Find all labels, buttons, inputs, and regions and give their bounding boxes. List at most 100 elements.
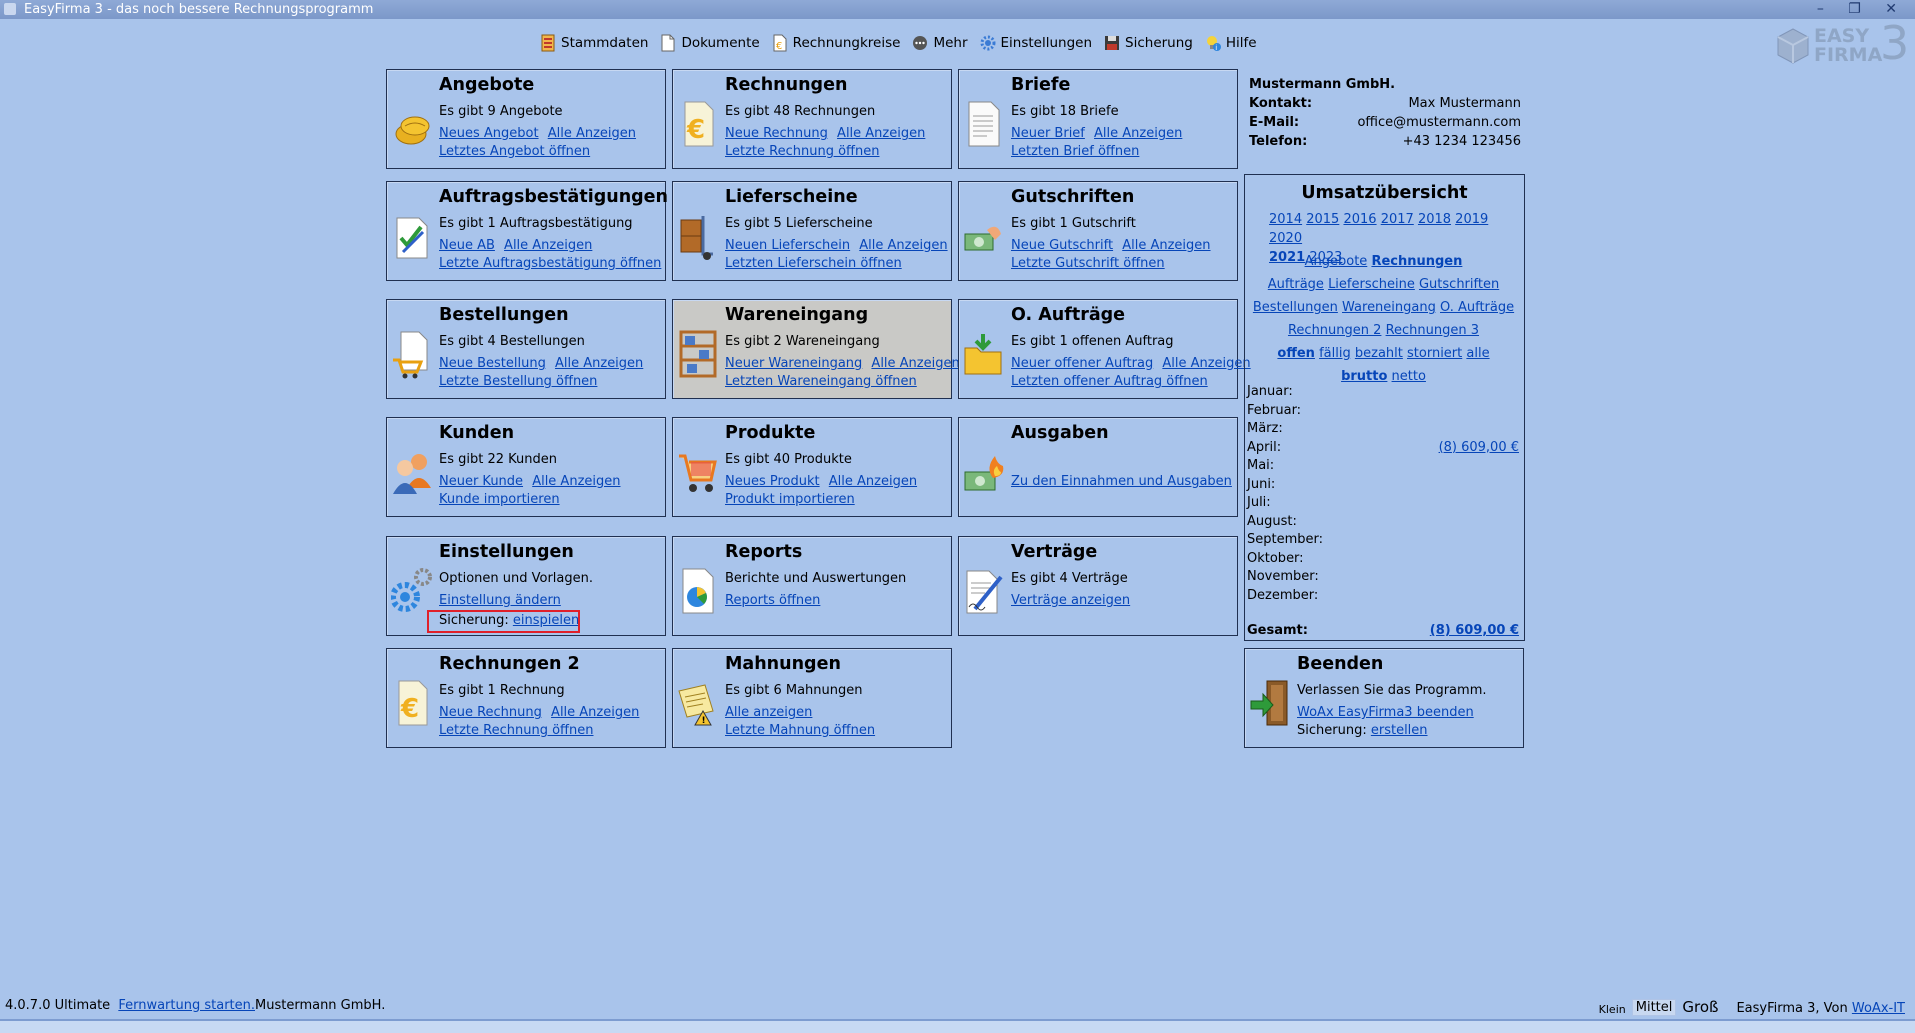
last-ab-link[interactable]: Letzte Auftragsbestätigung öffnen: [439, 256, 661, 271]
last-rechnung2-link[interactable]: Letzte Rechnung öffnen: [439, 723, 593, 738]
tile-rechnungen: € Rechnungen Es gibt 48 Rechnungen Neue …: [672, 69, 952, 169]
all-oauftraege-link[interactable]: Alle Anzeigen: [1162, 356, 1250, 371]
year-link[interactable]: 2015: [1306, 212, 1339, 227]
toolbar-stammdaten[interactable]: Stammdaten: [540, 34, 648, 52]
status-link[interactable]: alle: [1466, 346, 1489, 361]
tile-title: Briefe: [1011, 75, 1071, 95]
type-link[interactable]: Bestellungen: [1253, 300, 1338, 315]
new-rechnung2-link[interactable]: Neue Rechnung: [439, 705, 542, 720]
new-produkt-link[interactable]: Neues Produkt: [725, 474, 820, 489]
type-link[interactable]: Rechnungen 2: [1288, 323, 1381, 338]
document-type-selector: Angebote Rechnungen Aufträge Lieferschei…: [1245, 250, 1522, 388]
year-link[interactable]: 2016: [1343, 212, 1376, 227]
all-rechnungen-link[interactable]: Alle Anzeigen: [837, 126, 925, 141]
type-link[interactable]: O. Aufträge: [1440, 300, 1514, 315]
last-wareneingang-link[interactable]: Letzten Wareneingang öffnen: [725, 374, 917, 389]
toolbar-mehr[interactable]: Mehr: [912, 34, 968, 52]
window-title: EasyFirma 3 - das noch bessere Rechnungs…: [24, 2, 374, 17]
all-produkte-link[interactable]: Alle Anzeigen: [829, 474, 917, 489]
last-mahnung-link[interactable]: Letzte Mahnung öffnen: [725, 723, 875, 738]
month-value[interactable]: (8) 609,00 €: [1439, 440, 1519, 455]
type-link-selected[interactable]: Rechnungen: [1371, 254, 1462, 269]
toolbar-sicherung[interactable]: Sicherung: [1104, 34, 1193, 52]
year-link[interactable]: 2020: [1269, 231, 1302, 246]
import-kunde-link[interactable]: Kunde importieren: [439, 492, 560, 507]
last-brief-link[interactable]: Letzten Brief öffnen: [1011, 144, 1139, 159]
new-rechnung-link[interactable]: Neue Rechnung: [725, 126, 828, 141]
year-link[interactable]: 2017: [1381, 212, 1414, 227]
size-large-button[interactable]: Groß: [1682, 998, 1718, 1016]
new-gutschrift-link[interactable]: Neue Gutschrift: [1011, 238, 1113, 253]
main-toolbar: Stammdaten Dokumente € Rechnungkreise Me…: [540, 31, 1269, 55]
toolbar-rechnungkreise-label: Rechnungkreise: [792, 35, 901, 51]
status-link[interactable]: bezahlt: [1355, 346, 1403, 361]
vertraege-anzeigen-link[interactable]: Verträge anzeigen: [1011, 593, 1130, 608]
month-label: September:: [1247, 532, 1324, 547]
month-label: Februar:: [1247, 402, 1302, 418]
sicherung-erstellen-link[interactable]: erstellen: [1371, 723, 1428, 738]
woax-link[interactable]: WoAx-IT: [1852, 1001, 1905, 1016]
all-kunden-link[interactable]: Alle Anzeigen: [532, 474, 620, 489]
tile-title: Rechnungen 2: [439, 654, 580, 674]
new-brief-link[interactable]: Neuer Brief: [1011, 126, 1085, 141]
reports-oeffnen-link[interactable]: Reports öffnen: [725, 593, 820, 608]
all-lieferscheine-link[interactable]: Alle Anzeigen: [859, 238, 947, 253]
year-link[interactable]: 2019: [1455, 212, 1488, 227]
last-bestellung-link[interactable]: Letzte Bestellung öffnen: [439, 374, 597, 389]
type-link[interactable]: Gutschriften: [1419, 277, 1499, 292]
new-bestellung-link[interactable]: Neue Bestellung: [439, 356, 546, 371]
size-medium-button[interactable]: Mittel: [1631, 999, 1677, 1016]
new-ab-link[interactable]: Neue AB: [439, 238, 495, 253]
type-link[interactable]: Rechnungen 3: [1386, 323, 1479, 338]
last-oauftrag-link[interactable]: Letzten offener Auftrag öffnen: [1011, 374, 1208, 389]
toolbar-dokumente[interactable]: Dokumente: [660, 34, 760, 52]
toolbar-hilfe[interactable]: i Hilfe: [1205, 34, 1257, 52]
year-link[interactable]: 2014: [1269, 212, 1302, 227]
tile-angebote: Angebote Es gibt 9 Angebote Neues Angebo…: [386, 69, 666, 169]
all-bestellungen-link[interactable]: Alle Anzeigen: [555, 356, 643, 371]
einnahmen-ausgaben-link[interactable]: Zu den Einnahmen und Ausgaben: [1011, 474, 1232, 489]
new-kunde-link[interactable]: Neuer Kunde: [439, 474, 523, 489]
all-gutschriften-link[interactable]: Alle Anzeigen: [1122, 238, 1210, 253]
type-link[interactable]: Aufträge: [1268, 277, 1324, 292]
all-angebote-link[interactable]: Alle Anzeigen: [548, 126, 636, 141]
last-angebot-link[interactable]: Letztes Angebot öffnen: [439, 144, 590, 159]
total-value[interactable]: (8) 609,00 €: [1430, 623, 1519, 638]
new-angebot-link[interactable]: Neues Angebot: [439, 126, 539, 141]
new-lieferschein-link[interactable]: Neuen Lieferschein: [725, 238, 850, 253]
type-link[interactable]: Wareneingang: [1342, 300, 1436, 315]
all-ab-link[interactable]: Alle Anzeigen: [504, 238, 592, 253]
logo-number: 3: [1880, 16, 1910, 70]
logo-line2: FIRMA: [1814, 44, 1883, 66]
document-icon: [660, 34, 676, 52]
beenden-link[interactable]: WoAx EasyFirma3 beenden: [1297, 705, 1474, 720]
tile-title: Mahnungen: [725, 654, 841, 674]
users-icon: [391, 448, 433, 498]
status-link[interactable]: fällig: [1319, 346, 1351, 361]
all-mahnungen-link[interactable]: Alle anzeigen: [725, 705, 812, 720]
status-link[interactable]: storniert: [1407, 346, 1462, 361]
last-lieferschein-link[interactable]: Letzten Lieferschein öffnen: [725, 256, 902, 271]
last-rechnung-link[interactable]: Letzte Rechnung öffnen: [725, 144, 879, 159]
tile-gutschriften: Gutschriften Es gibt 1 Gutschrift Neue G…: [958, 181, 1238, 281]
all-briefe-link[interactable]: Alle Anzeigen: [1094, 126, 1182, 141]
tax-link-selected[interactable]: brutto: [1341, 369, 1387, 384]
all-wareneingang-link[interactable]: Alle Anzeigen: [871, 356, 959, 371]
type-link[interactable]: Lieferscheine: [1328, 277, 1415, 292]
einstellung-aendern-link[interactable]: Einstellung ändern: [439, 593, 561, 608]
toolbar-einstellungen[interactable]: Einstellungen: [980, 34, 1092, 52]
toolbar-rechnungkreise[interactable]: € Rechnungkreise: [772, 34, 901, 52]
kontakt-label: Kontakt:: [1249, 96, 1313, 111]
year-link[interactable]: 2018: [1418, 212, 1451, 227]
import-produkt-link[interactable]: Produkt importieren: [725, 492, 855, 507]
type-link[interactable]: Angebote: [1305, 254, 1368, 269]
status-link-selected[interactable]: offen: [1277, 346, 1315, 361]
fernwartung-link[interactable]: Fernwartung starten.: [118, 998, 255, 1013]
all-rechnungen2-link[interactable]: Alle Anzeigen: [551, 705, 639, 720]
new-oauftrag-link[interactable]: Neuer offener Auftrag: [1011, 356, 1153, 371]
new-wareneingang-link[interactable]: Neuer Wareneingang: [725, 356, 862, 371]
size-small-button[interactable]: Klein: [1599, 1003, 1626, 1016]
tax-link[interactable]: netto: [1392, 369, 1426, 384]
last-gutschrift-link[interactable]: Letzte Gutschrift öffnen: [1011, 256, 1165, 271]
month-label: November:: [1247, 569, 1319, 584]
